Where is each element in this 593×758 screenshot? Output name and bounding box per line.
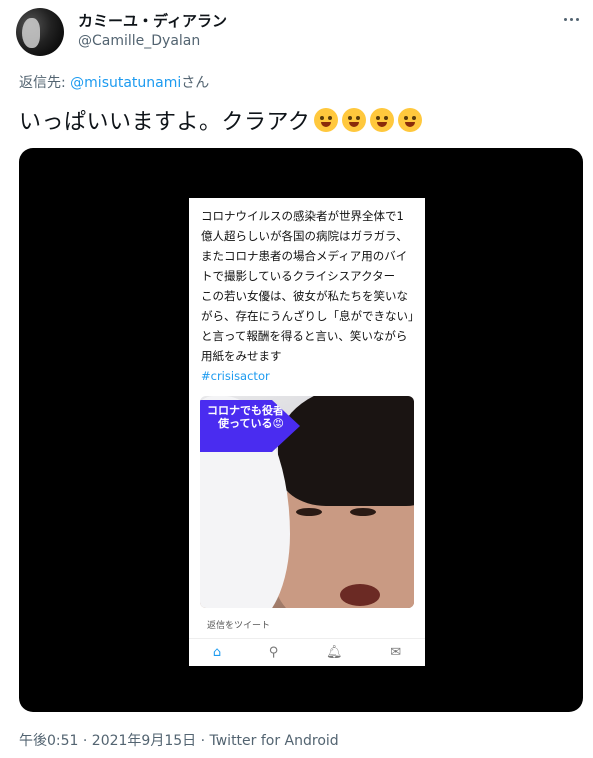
eye-left	[296, 508, 322, 516]
search-icon: ⚲	[268, 645, 279, 660]
grimacing-face-icon	[398, 108, 423, 132]
hair-shape	[278, 396, 414, 506]
zany-face-icon	[314, 108, 339, 132]
mail-icon: ✉	[390, 645, 402, 660]
reply-suffix: さん	[181, 75, 210, 91]
bell-icon: 🔔︎	[326, 645, 343, 660]
avatar[interactable]	[16, 8, 64, 56]
more-options-icon[interactable]	[561, 12, 581, 26]
embedded-screenshot: コロナウイルスの感染者が世界全体で1億人超らしいが各国の病院はガラガラ、またコロ…	[189, 198, 425, 666]
reply-to-line: 返信先: @misutatunamiさん	[19, 72, 209, 92]
tweet-text: いっぱいいますよ。クラアク	[19, 104, 426, 138]
eye-right	[350, 508, 376, 516]
embedded-tweet-text: コロナウイルスの感染者が世界全体で1億人超らしいが各国の病院はガラガラ、またコロ…	[201, 206, 415, 386]
reply-prefix: 返信先:	[19, 75, 71, 91]
tweet-body: いっぱいいますよ。クラアク	[19, 110, 311, 135]
home-icon: ⌂	[212, 645, 222, 660]
media-video[interactable]: コロナウイルスの感染者が世界全体で1億人超らしいが各国の病院はガラガラ、またコロ…	[19, 148, 583, 712]
embedded-reply-placeholder: 返信をツイート	[207, 621, 271, 631]
display-name[interactable]: カミーユ・ディアラン	[78, 10, 227, 31]
embedded-tweet-body: コロナウイルスの感染者が世界全体で1億人超らしいが各国の病院はガラガラ、またコロ…	[201, 209, 414, 363]
face-with-hand-over-mouth-icon	[342, 108, 367, 132]
embedded-video-frame: コロナでも役者を使っている😡	[200, 396, 414, 608]
mouth-shape	[340, 584, 380, 606]
embedded-nav-bar: ⌂ ⚲ 🔔︎ ✉	[189, 638, 425, 666]
reply-mention-link[interactable]: @misutatunami	[70, 75, 181, 91]
user-handle[interactable]: @Camille_Dyalan	[78, 33, 200, 49]
rolling-on-floor-laughing-icon	[370, 108, 395, 132]
embedded-hashtag: #crisisactor	[201, 369, 270, 383]
tweet-meta: 午後0:51 · 2021年9月15日 · Twitter for Androi…	[19, 733, 339, 749]
